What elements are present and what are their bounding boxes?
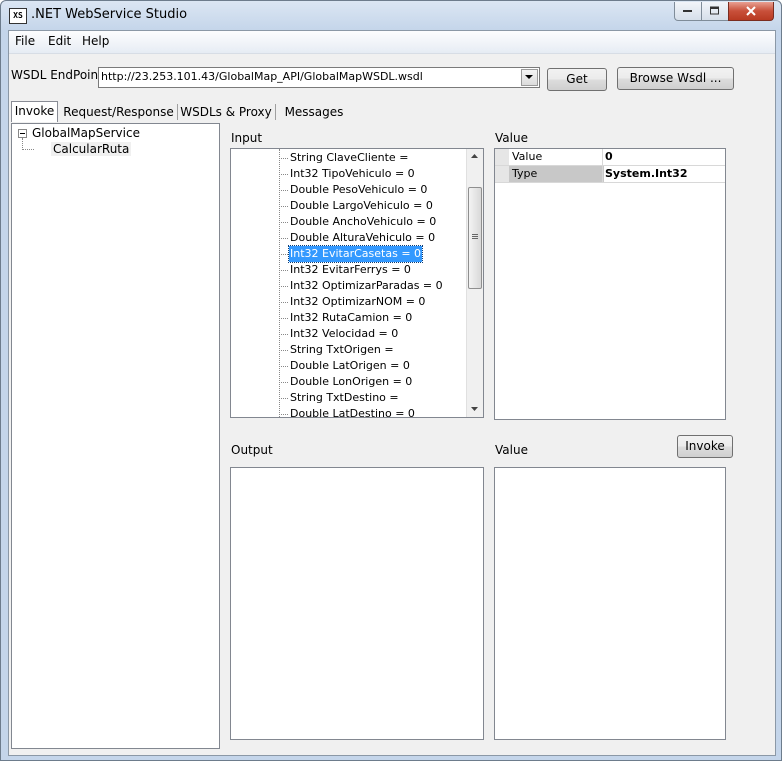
grid-value[interactable]: System.Int32 — [602, 166, 725, 182]
tree-node-service[interactable]: GlobalMapService — [32, 126, 140, 140]
app-icon: XS — [9, 8, 27, 24]
grip-icon — [472, 234, 478, 239]
tree-connector — [279, 238, 288, 239]
input-scrollbar[interactable] — [466, 149, 483, 417]
tab-invoke[interactable]: Invoke — [11, 101, 58, 122]
browse-wsdl-button[interactable]: Browse Wsdl ... — [617, 67, 734, 90]
input-param-label: Int32 EvitarFerrys = 0 — [290, 263, 411, 276]
input-param-label: Int32 EvitarCasetas = 0 — [287, 245, 424, 263]
combo-dropdown-button[interactable] — [521, 69, 538, 86]
wsdl-endpoint-combo[interactable]: http://23.253.101.43/GlobalMap_API/Globa… — [98, 67, 540, 88]
input-param-label: Double AlturaVehiculo = 0 — [290, 231, 436, 244]
menu-bar: File Edit Help — [9, 31, 775, 54]
maximize-button[interactable] — [701, 2, 729, 21]
tree-connector — [279, 318, 288, 319]
tab-request-response[interactable]: Request/Response — [62, 103, 175, 121]
input-param-label: String TxtOrigen = — [290, 343, 394, 356]
minimize-icon — [683, 10, 692, 12]
input-param-label: Int32 TipoVehiculo = 0 — [290, 167, 415, 180]
tree-connector — [279, 190, 288, 191]
scrollbar-thumb[interactable] — [468, 187, 482, 289]
input-param-label: Int32 RutaCamion = 0 — [290, 311, 413, 324]
input-param-label: Double AnchoVehiculo = 0 — [290, 215, 437, 228]
tree-connector — [279, 206, 288, 207]
menu-file[interactable]: File — [15, 34, 35, 48]
input-tree[interactable]: String ClaveCliente = Int32 TipoVehiculo … — [230, 148, 484, 418]
scroll-down-icon[interactable] — [471, 407, 478, 411]
tab-wsdls-proxy[interactable]: WSDLs & Proxy — [180, 103, 272, 121]
menu-edit[interactable]: Edit — [48, 34, 71, 48]
app-window: XS .NET WebService Studio File Edit Help… — [0, 0, 782, 761]
wsdl-endpoint-label: WSDL EndPoint — [11, 68, 103, 82]
grid-row-value[interactable]: Value 0 — [495, 149, 725, 166]
minimize-button[interactable] — [674, 2, 702, 21]
tree-connector — [279, 382, 288, 383]
get-button[interactable]: Get — [547, 68, 607, 91]
output-label: Output — [231, 443, 273, 457]
tree-connector — [279, 302, 288, 303]
output-value-grid[interactable] — [494, 467, 726, 740]
tree-connector — [279, 286, 288, 287]
input-param-label: Int32 OptimizarNOM = 0 — [290, 295, 426, 308]
value-label-top: Value — [495, 131, 528, 145]
close-icon — [746, 6, 756, 16]
input-label: Input — [231, 131, 263, 145]
output-tree[interactable] — [230, 467, 484, 740]
grid-key: Value — [512, 150, 543, 163]
tab-separator — [275, 104, 276, 120]
scroll-up-icon[interactable] — [471, 154, 478, 158]
input-param-label: String ClaveCliente = — [290, 151, 409, 164]
menu-help[interactable]: Help — [82, 34, 109, 48]
input-param-label: Double LonOrigen = 0 — [290, 375, 413, 388]
input-param-label: Double LatOrigen = 0 — [290, 359, 410, 372]
tree-node-method[interactable]: CalcularRuta — [51, 142, 132, 156]
tree-connector — [279, 334, 288, 335]
tree-connector — [22, 149, 34, 150]
grid-value[interactable]: 0 — [602, 149, 725, 165]
input-param-label: Int32 Velocidad = 0 — [290, 327, 399, 340]
title-bar[interactable]: XS .NET WebService Studio — [1, 1, 781, 29]
input-param-label: Double LargoVehiculo = 0 — [290, 199, 433, 212]
input-param-label: String TxtDestino = — [290, 391, 399, 404]
tree-connector — [279, 174, 288, 175]
tree-connector — [279, 398, 288, 399]
input-param-label: Double LatDestino = 0 — [290, 407, 415, 418]
input-param-label: Int32 OptimizarParadas = 0 — [290, 279, 443, 292]
chevron-down-icon — [525, 75, 533, 79]
wsdl-endpoint-value: http://23.253.101.43/GlobalMap_API/Globa… — [101, 70, 423, 83]
input-param-label: Double PesoVehiculo = 0 — [290, 183, 428, 196]
tree-connector — [279, 366, 288, 367]
client-area: File Edit Help WSDL EndPoint http://23.2… — [8, 30, 776, 756]
grid-row-type[interactable]: Type System.Int32 — [495, 166, 725, 183]
tree-connector — [279, 158, 288, 159]
collapse-icon[interactable] — [18, 129, 27, 138]
tree-connector — [279, 254, 288, 255]
maximize-icon — [710, 6, 719, 15]
tab-separator — [177, 104, 178, 120]
tree-connector — [279, 414, 288, 415]
tab-messages[interactable]: Messages — [278, 103, 350, 121]
close-button[interactable] — [728, 2, 774, 21]
tree-connector — [279, 350, 288, 351]
invoke-button[interactable]: Invoke — [677, 435, 733, 458]
service-tree[interactable]: GlobalMapService CalcularRuta — [11, 123, 220, 749]
property-grid[interactable]: Value 0 Type System.Int32 — [494, 148, 726, 420]
tree-connector — [279, 270, 288, 271]
grid-key: Type — [509, 166, 604, 182]
tree-connector — [279, 222, 288, 223]
window-title: .NET WebService Studio — [31, 7, 188, 22]
value-label-bottom: Value — [495, 443, 528, 457]
